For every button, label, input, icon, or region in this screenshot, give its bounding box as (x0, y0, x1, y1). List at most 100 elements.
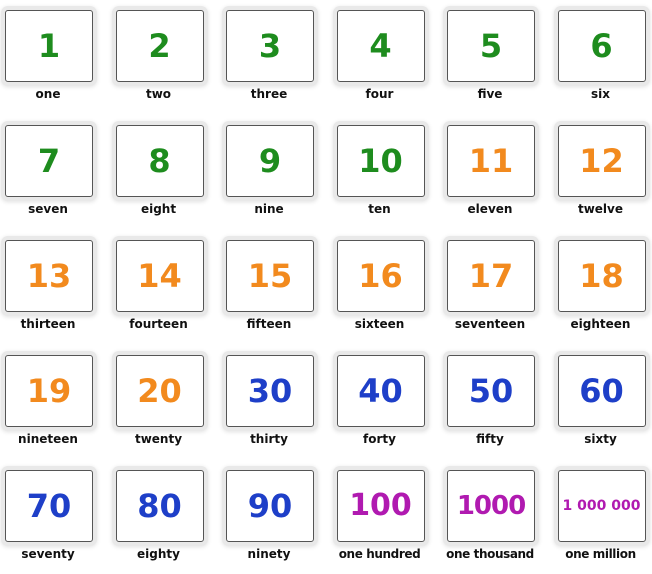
card-word-label: fifty (444, 432, 536, 446)
number-card-box: 70 (5, 470, 93, 542)
number-card: 5five (444, 4, 554, 114)
number-card: 19 nineteen (2, 349, 112, 459)
card-word-label: thirteen (2, 317, 94, 331)
card-numeral: 11 (469, 145, 514, 177)
card-word-label: thirty (223, 432, 315, 446)
card-word-label: nineteen (2, 432, 94, 446)
card-numeral: 90 (248, 490, 293, 522)
number-card-box: 8 (116, 125, 204, 197)
number-card: 1 one (2, 4, 112, 114)
number-card-box: 18 (558, 240, 646, 312)
number-card: 70 seventy (2, 464, 112, 574)
number-card: 8 eight (113, 119, 223, 229)
number-card: 1 000 000one million (555, 464, 652, 574)
card-word-label: two (113, 87, 205, 101)
number-card-box: 100 (337, 470, 425, 542)
card-numeral: 6 (590, 30, 612, 62)
number-card: 6 six (555, 4, 652, 114)
card-numeral: 30 (248, 375, 293, 407)
number-card-grid: 1 one 2 two 3 three 4 four 5five 6 six 7 seven 8 eight… (0, 0, 652, 560)
number-card: 90 ninety (223, 464, 333, 574)
number-card-box: 6 (558, 10, 646, 82)
card-word-label: forty (334, 432, 426, 446)
card-numeral: 3 (259, 30, 281, 62)
number-card-box: 17 (447, 240, 535, 312)
number-card-box: 20 (116, 355, 204, 427)
number-card-box: 7 (5, 125, 93, 197)
card-word-label: four (334, 87, 426, 101)
number-card: 18eighteen (555, 234, 652, 344)
card-numeral: 100 (349, 491, 412, 521)
card-numeral: 12 (579, 145, 624, 177)
card-numeral: 1 (38, 30, 60, 62)
number-card: 12 twelve (555, 119, 652, 229)
number-card: 4 four (334, 4, 444, 114)
card-numeral: 14 (137, 260, 182, 292)
number-card: 16sixteen (334, 234, 444, 344)
number-card: 10 ten (334, 119, 444, 229)
number-card-box: 60 (558, 355, 646, 427)
card-numeral: 60 (579, 375, 624, 407)
number-card-box: 11 (447, 125, 535, 197)
card-word-label: seven (2, 202, 94, 216)
card-numeral: 20 (137, 375, 182, 407)
card-word-label: sixty (555, 432, 647, 446)
card-word-label: three (223, 87, 315, 101)
card-word-label: nine (223, 202, 315, 216)
number-card-box: 13 (5, 240, 93, 312)
card-numeral: 7 (38, 145, 60, 177)
number-card: 100 one hundred (334, 464, 444, 574)
number-card-box: 50 (447, 355, 535, 427)
card-word-label: seventeen (444, 317, 536, 331)
number-card: 15fifteen (223, 234, 333, 344)
card-numeral: 15 (248, 260, 293, 292)
number-card-box: 1 (5, 10, 93, 82)
number-card-box: 5 (447, 10, 535, 82)
number-card-box: 10 (337, 125, 425, 197)
number-card: 11eleven (444, 119, 554, 229)
number-card-box: 2 (116, 10, 204, 82)
card-numeral: 13 (27, 260, 72, 292)
number-card: 30 thirty (223, 349, 333, 459)
card-numeral: 9 (259, 145, 281, 177)
number-card: 60 sixty (555, 349, 652, 459)
number-card: 7 seven (2, 119, 112, 229)
card-numeral: 16 (358, 260, 403, 292)
number-card: 80 eighty (113, 464, 223, 574)
card-word-label: twelve (555, 202, 647, 216)
card-word-label: twenty (113, 432, 205, 446)
number-card-box: 30 (226, 355, 314, 427)
number-card: 40 forty (334, 349, 444, 459)
card-numeral: 70 (27, 490, 72, 522)
card-word-label: one (2, 87, 94, 101)
number-card: 3 three (223, 4, 333, 114)
number-card-box: 1000 (447, 470, 535, 542)
card-numeral: 1 000 000 (563, 499, 641, 513)
card-word-label: eighty (113, 547, 205, 561)
card-word-label: eight (113, 202, 205, 216)
card-word-label: ten (334, 202, 426, 216)
number-card-box: 40 (337, 355, 425, 427)
card-numeral: 18 (579, 260, 624, 292)
card-numeral: 10 (358, 145, 403, 177)
number-card-box: 80 (116, 470, 204, 542)
card-numeral: 4 (369, 30, 391, 62)
number-card: 14 fourteen (113, 234, 223, 344)
card-word-label: seventy (2, 547, 94, 561)
number-card-box: 12 (558, 125, 646, 197)
card-word-label: six (555, 87, 647, 101)
card-word-label: fourteen (113, 317, 205, 331)
number-card-box: 1 000 000 (558, 470, 646, 542)
number-card: 1000 one thousand (444, 464, 554, 574)
card-word-label: one hundred (334, 547, 426, 561)
number-card-box: 90 (226, 470, 314, 542)
card-word-label: ninety (223, 547, 315, 561)
number-card: 17 seventeen (444, 234, 554, 344)
number-card: 13 thirteen (2, 234, 112, 344)
card-numeral: 19 (27, 375, 72, 407)
card-numeral: 80 (137, 490, 182, 522)
card-numeral: 2 (148, 30, 170, 62)
number-card-box: 19 (5, 355, 93, 427)
card-word-label: one thousand (444, 547, 536, 561)
card-numeral: 5 (480, 30, 502, 62)
